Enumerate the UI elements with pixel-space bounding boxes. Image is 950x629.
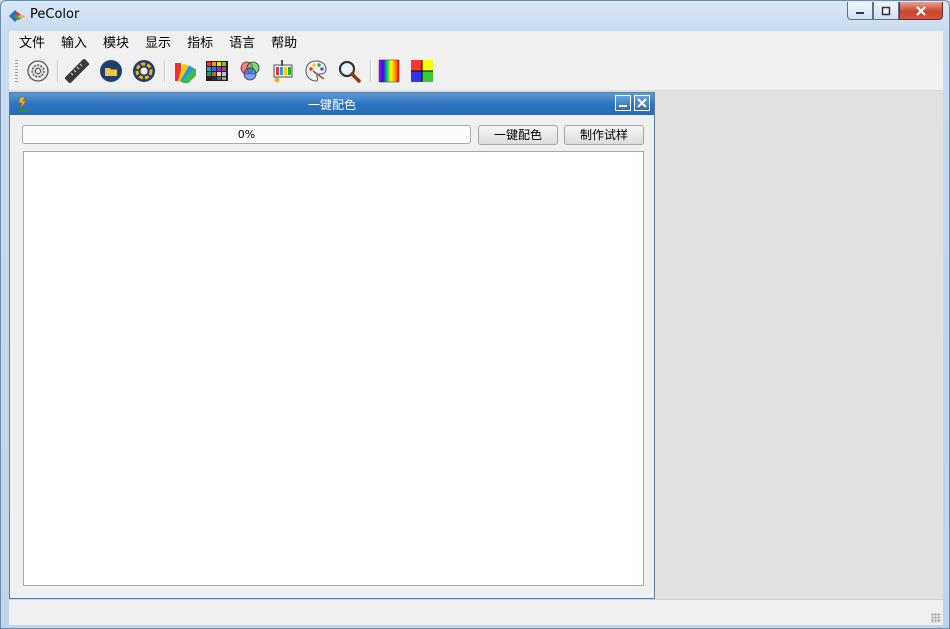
resize-grip-icon[interactable] <box>931 613 941 623</box>
toolbar-pigment-button[interactable] <box>269 57 297 85</box>
menu-display[interactable]: 显示 <box>139 32 177 51</box>
settings-gear-icon <box>27 60 49 82</box>
toolbar-grip[interactable] <box>15 60 18 82</box>
toolbar-spectrum-button[interactable] <box>375 57 403 85</box>
child-close-button[interactable] <box>634 95 650 111</box>
minimize-button[interactable] <box>847 2 873 20</box>
maximize-button[interactable] <box>873 2 899 20</box>
magnifier-icon <box>338 60 361 83</box>
child-minimize-button[interactable] <box>615 95 631 111</box>
one-click-match-window: 一键配色 0% 一键配色 制作试样 <box>9 92 655 599</box>
mdi-workspace: 一键配色 0% 一键配色 制作试样 <box>9 91 943 599</box>
toolbar-search-button[interactable] <box>335 57 363 85</box>
result-panel[interactable] <box>23 151 644 586</box>
client-area: 文件 输入 模块 显示 指标 语言 帮助 一键配色 0% 一键配色 制作试样 <box>9 31 943 625</box>
toolbar-ruler-button[interactable] <box>63 57 91 85</box>
menu-file[interactable]: 文件 <box>13 32 51 51</box>
restore-icon <box>881 6 891 15</box>
toolbar-color-square-button[interactable] <box>408 57 436 85</box>
child-window-titlebar[interactable]: 一键配色 <box>10 93 654 115</box>
toolbar-settings-button[interactable] <box>24 57 52 85</box>
toolbar-open-button[interactable] <box>97 57 125 85</box>
toolbar-paint-palette-button[interactable] <box>302 57 330 85</box>
spectrum-bar-icon <box>378 59 400 83</box>
child-window-title: 一键配色 <box>307 98 356 112</box>
one-click-match-button[interactable]: 一键配色 <box>478 125 558 145</box>
window-titlebar[interactable]: PeColor <box>1 1 949 31</box>
toolbar-palette-grid-button[interactable] <box>203 57 231 85</box>
close-button[interactable] <box>899 2 943 20</box>
color-grid-palette-icon <box>206 61 228 81</box>
ruler-icon <box>65 59 89 83</box>
app-logo-icon <box>9 10 25 22</box>
menu-bar: 文件 输入 模块 显示 指标 语言 帮助 <box>9 31 943 52</box>
color-ring-icon <box>133 60 155 82</box>
menu-metrics[interactable]: 指标 <box>181 32 219 51</box>
menu-input[interactable]: 输入 <box>55 32 93 51</box>
close-icon <box>916 5 926 16</box>
minimize-icon <box>619 105 627 107</box>
app-window: PeColor 文件 输入 模块 显示 指标 语言 帮助 一键配色 0% 一键配… <box>0 0 950 629</box>
toolbar-color-ring-button[interactable] <box>130 57 158 85</box>
close-icon <box>637 98 647 108</box>
paint-palette-icon <box>305 60 327 82</box>
color-fan-deck-icon <box>175 63 196 83</box>
make-sample-button[interactable]: 制作试样 <box>564 125 644 145</box>
open-folder-icon <box>100 60 122 82</box>
toolbar-rgb-button[interactable] <box>236 57 264 85</box>
minimize-icon <box>856 11 864 14</box>
main-toolbar <box>9 52 943 91</box>
color-square-icon <box>411 60 433 82</box>
progress-bar: 0% <box>22 125 471 144</box>
progress-text: 0% <box>237 128 256 141</box>
menu-language[interactable]: 语言 <box>223 32 261 51</box>
toolbar-fan-deck-button[interactable] <box>170 57 198 85</box>
rgb-circles-icon <box>240 61 260 81</box>
menu-module[interactable]: 模块 <box>97 32 135 51</box>
status-bar <box>9 599 943 625</box>
menu-help[interactable]: 帮助 <box>265 32 303 51</box>
pigment-shelf-icon <box>273 60 293 83</box>
window-title: PeColor <box>30 7 80 22</box>
